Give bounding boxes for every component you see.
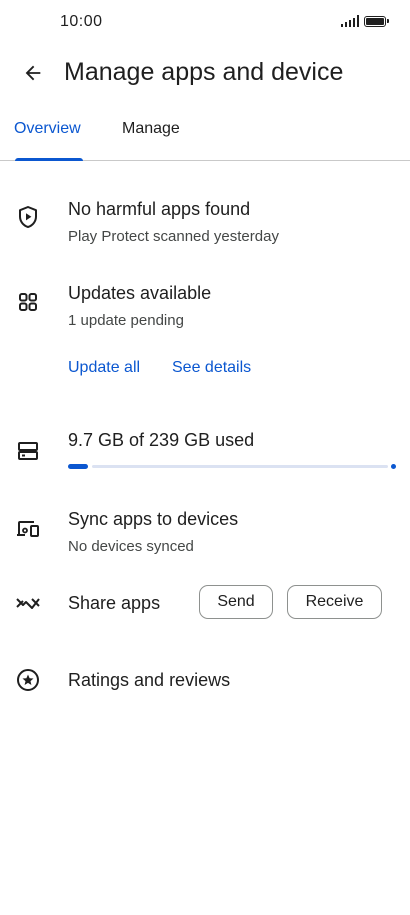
app-bar: Manage apps and device bbox=[0, 48, 410, 98]
status-icons bbox=[340, 15, 389, 27]
send-button[interactable]: Send bbox=[199, 585, 273, 619]
storage-progress-end-dot bbox=[391, 464, 396, 469]
updates-subtitle: 1 update pending bbox=[68, 312, 184, 329]
battery-icon bbox=[364, 15, 389, 27]
receive-button[interactable]: Receive bbox=[287, 585, 382, 619]
shield-play-icon bbox=[14, 203, 42, 231]
sync-subtitle: No devices synced bbox=[68, 538, 194, 555]
arrow-back-icon bbox=[25, 65, 41, 81]
updates-title: Updates available bbox=[68, 283, 212, 303]
storage-icon bbox=[14, 437, 42, 465]
apps-grid-icon bbox=[14, 288, 42, 316]
update-all-button[interactable]: Update all bbox=[68, 359, 140, 377]
back-button[interactable] bbox=[18, 58, 48, 88]
storage-progress-track bbox=[92, 465, 388, 468]
storage-progress-bar bbox=[68, 464, 396, 469]
page-title: Manage apps and device bbox=[64, 58, 344, 86]
status-time: 10:00 bbox=[60, 13, 103, 30]
protect-title: No harmful apps found bbox=[68, 199, 251, 219]
tab-manage[interactable]: Manage bbox=[122, 120, 180, 138]
share-title: Share apps bbox=[68, 593, 161, 613]
share-swap-icon bbox=[14, 589, 42, 617]
tab-overview[interactable]: Overview bbox=[14, 120, 81, 138]
tab-indicator bbox=[15, 158, 83, 161]
star-circle-icon bbox=[14, 666, 42, 694]
storage-progress-fill bbox=[68, 464, 88, 469]
tab-bar: Overview Manage bbox=[0, 108, 410, 161]
protect-subtitle: Play Protect scanned yesterday bbox=[68, 228, 279, 245]
devices-icon bbox=[14, 515, 42, 543]
storage-label: 9.7 GB of 239 GB used bbox=[68, 430, 255, 450]
sync-title: Sync apps to devices bbox=[68, 509, 239, 529]
status-bar: 10:00 bbox=[0, 0, 410, 44]
signal-icon bbox=[340, 15, 359, 27]
ratings-title: Ratings and reviews bbox=[68, 670, 231, 690]
see-details-button[interactable]: See details bbox=[172, 359, 251, 377]
